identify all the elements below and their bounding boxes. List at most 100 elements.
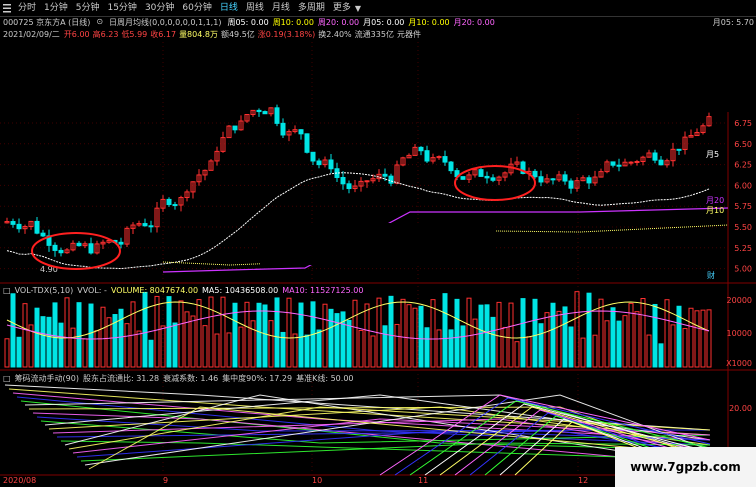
candle-body bbox=[298, 129, 304, 135]
price-tick: 5.00 bbox=[734, 265, 752, 274]
volume-bar bbox=[274, 297, 280, 368]
price-tick: 6.25 bbox=[734, 161, 752, 170]
volume-bar bbox=[262, 304, 268, 368]
volume-bar bbox=[118, 308, 124, 368]
volume-bar bbox=[670, 324, 676, 368]
volume-bar bbox=[604, 320, 610, 368]
volume-bar bbox=[82, 338, 88, 368]
candle-body bbox=[424, 150, 430, 162]
volume-bar bbox=[292, 333, 298, 368]
volume-bar bbox=[526, 336, 532, 368]
candle-body bbox=[490, 177, 496, 181]
candle-body bbox=[148, 225, 154, 228]
volume-bar bbox=[550, 302, 556, 368]
price-tick: 6.75 bbox=[734, 119, 752, 128]
vol-header: □ VOL-TDX(5,10) VVOL: - VOLUME: 8047674.… bbox=[3, 286, 363, 295]
chip-conc: 集中度90%: 17.29 bbox=[222, 374, 293, 383]
volume-bar bbox=[136, 330, 142, 368]
volume-bar bbox=[400, 298, 406, 368]
candle-body bbox=[10, 221, 16, 225]
volume-bar bbox=[706, 309, 712, 368]
volume-bar bbox=[340, 311, 346, 368]
candle-body bbox=[562, 174, 568, 182]
volume-bar bbox=[544, 312, 550, 368]
volume-bar bbox=[304, 334, 310, 368]
volume-bar bbox=[214, 333, 220, 368]
candle-body bbox=[538, 176, 544, 183]
collapse-icon[interactable]: □ bbox=[3, 374, 11, 383]
volume-bar bbox=[442, 293, 448, 368]
redaction-block-mid bbox=[260, 223, 496, 265]
volume-bar bbox=[580, 337, 586, 368]
watermark: www.7gpzb.com bbox=[615, 447, 756, 487]
volume-bar bbox=[250, 320, 256, 368]
candle-body bbox=[550, 178, 556, 181]
candle-body bbox=[628, 161, 634, 164]
ma5-label: MA5: 10436508.00 bbox=[202, 286, 279, 295]
volume-bar bbox=[100, 306, 106, 368]
collapse-icon[interactable]: □ bbox=[3, 286, 11, 295]
volume-bar bbox=[610, 307, 616, 368]
chip-axis-top: 20.00 bbox=[729, 404, 752, 413]
volume-bar bbox=[538, 323, 544, 368]
candle-body bbox=[166, 198, 172, 206]
chip-header: □ 筹码流动手动(90) 股东占流通比: 31.28 衰减系数: 1.46 集中… bbox=[3, 373, 354, 384]
x-axis-label: 2020/08 bbox=[3, 476, 36, 485]
candle-body bbox=[382, 173, 388, 177]
chip-coef: 衰减系数: 1.46 bbox=[163, 374, 219, 383]
volume-bar bbox=[172, 322, 178, 368]
volume-bar bbox=[394, 323, 400, 368]
volume-bar bbox=[622, 315, 628, 368]
candle-body bbox=[484, 175, 490, 179]
volume-bar bbox=[478, 304, 484, 368]
volume-bar bbox=[508, 302, 514, 368]
volume-bar bbox=[64, 297, 70, 368]
volume-bar bbox=[658, 343, 664, 368]
candle-body bbox=[34, 220, 40, 234]
volume-bar bbox=[286, 297, 292, 368]
volume-bar bbox=[76, 302, 82, 368]
candle-body bbox=[652, 152, 658, 161]
price-tick: 5.50 bbox=[734, 223, 752, 232]
candle-body bbox=[634, 161, 640, 164]
label-month5: 月5 bbox=[706, 150, 719, 159]
volume-bar bbox=[148, 339, 154, 368]
volume-bar bbox=[166, 296, 172, 368]
candle-body bbox=[256, 109, 262, 113]
candle-body bbox=[232, 125, 238, 131]
volume-bar bbox=[268, 320, 274, 368]
volume-bar bbox=[328, 308, 334, 368]
price-tick: 5.75 bbox=[734, 202, 752, 211]
volume-bar bbox=[700, 309, 706, 368]
volume-bar bbox=[388, 295, 394, 368]
volume-bar bbox=[40, 316, 46, 368]
volume-bar bbox=[598, 298, 604, 368]
volume-bar bbox=[616, 320, 622, 368]
volume-bar bbox=[694, 310, 700, 368]
volume-bar bbox=[562, 306, 568, 368]
volume-bar bbox=[688, 307, 694, 368]
vvol-label: VVOL: - bbox=[77, 286, 107, 295]
volume-bar bbox=[430, 299, 436, 368]
candle-body bbox=[460, 176, 466, 180]
volume-bar bbox=[352, 299, 358, 368]
candle-body bbox=[58, 249, 64, 254]
volume-bar bbox=[364, 303, 370, 368]
candle-body bbox=[388, 175, 394, 184]
vol-axis-tick: 20000 bbox=[727, 296, 752, 305]
chip-ratio: 股东占流通比: 31.28 bbox=[82, 374, 160, 383]
volume-bar bbox=[358, 329, 364, 368]
candle-body bbox=[610, 161, 616, 166]
vol-title[interactable]: VOL-TDX(5,10) bbox=[15, 286, 74, 295]
candle-body bbox=[40, 232, 46, 237]
volume-bar bbox=[220, 296, 226, 368]
volume-bar bbox=[586, 292, 592, 368]
candle-body bbox=[88, 243, 94, 254]
chip-title[interactable]: 筹码流动手动(90) bbox=[15, 373, 79, 384]
volume-bar bbox=[496, 301, 502, 368]
label-month20: 月20 bbox=[706, 196, 724, 205]
volume-bar bbox=[652, 303, 658, 368]
volume-bar bbox=[94, 330, 100, 368]
candle-body bbox=[568, 180, 574, 189]
volume-bar bbox=[664, 299, 670, 368]
